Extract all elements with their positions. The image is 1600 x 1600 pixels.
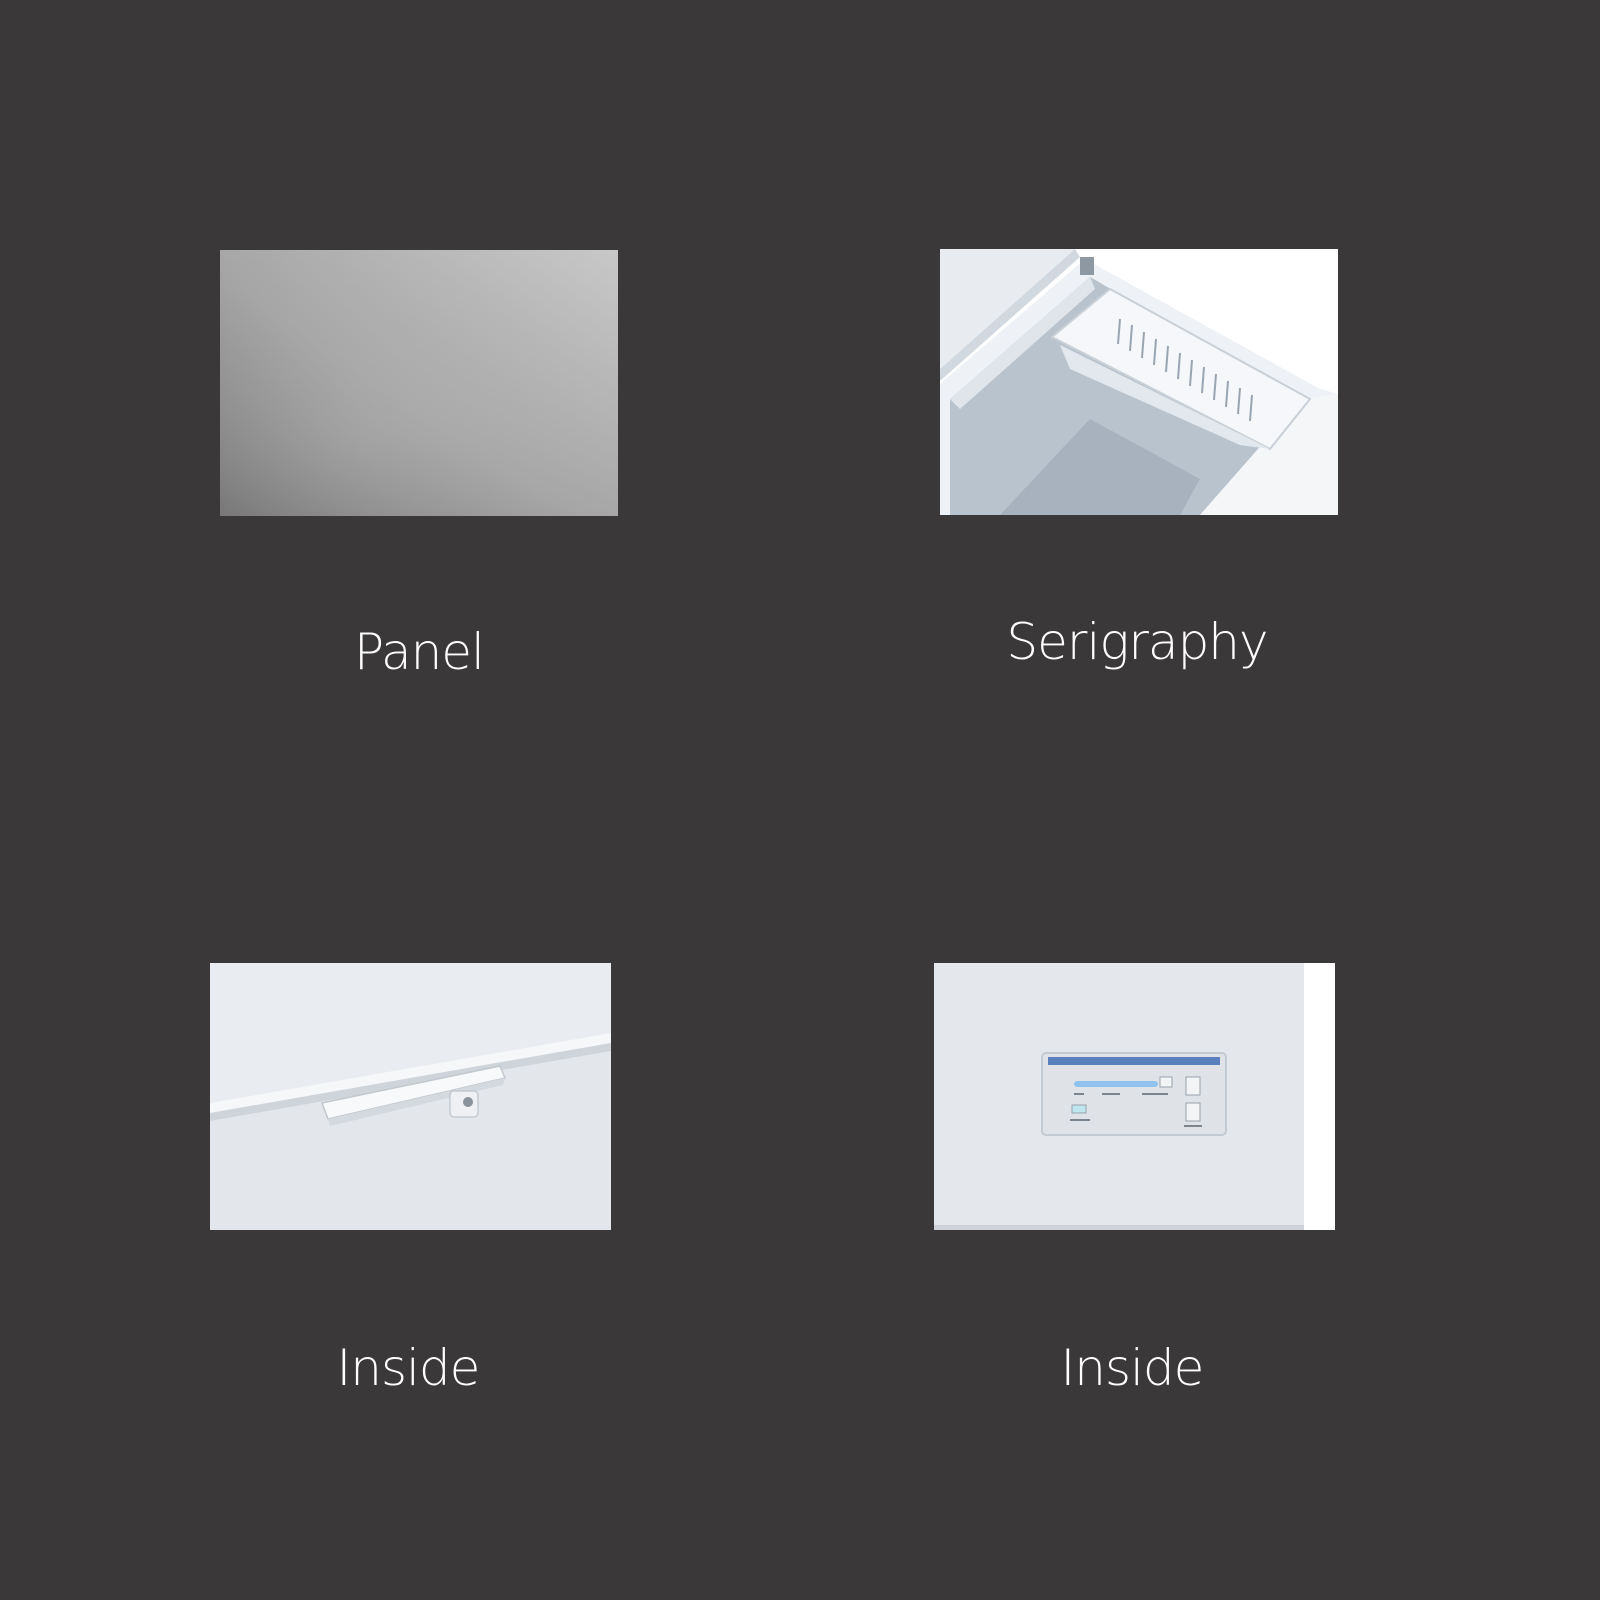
- caption-inside-control: Inside: [1060, 1339, 1205, 1397]
- caption-inside-handle: Inside: [336, 1339, 481, 1397]
- freezer-handle-photo: [210, 963, 611, 1230]
- caption-panel: Panel: [354, 623, 485, 681]
- freezer-control-panel-photo: [934, 963, 1335, 1230]
- freezer-basket-photo: [940, 249, 1338, 515]
- caption-serigraphy: Serigraphy: [1006, 613, 1268, 671]
- panel-photo: [220, 250, 618, 516]
